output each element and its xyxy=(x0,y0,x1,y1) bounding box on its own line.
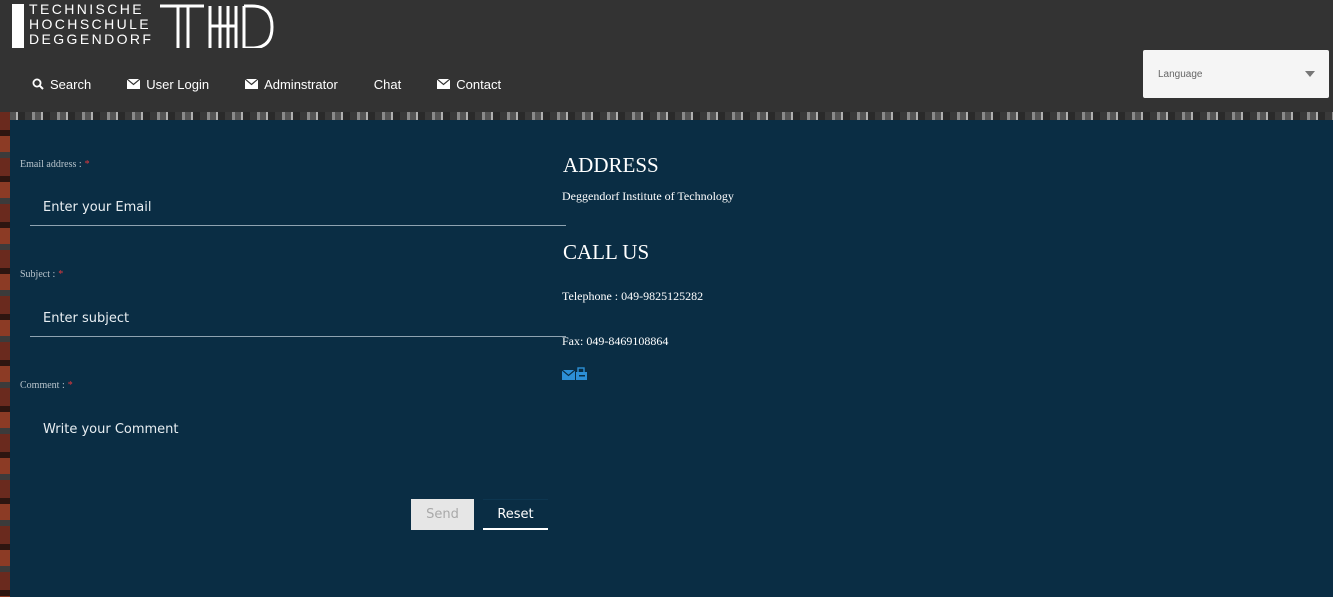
search-icon xyxy=(32,78,44,90)
comment-label: Comment : * xyxy=(20,380,73,391)
nav-adminstrator[interactable]: Adminstrator xyxy=(245,74,338,94)
nav-adminstrator-label: Adminstrator xyxy=(264,76,338,92)
nav-user-login[interactable]: User Login xyxy=(127,74,209,94)
main-nav: Search User Login Adminstrator Chat Cont xyxy=(32,74,537,94)
envelope-icon xyxy=(245,79,259,89)
subject-field[interactable] xyxy=(30,301,566,337)
nav-user-login-label: User Login xyxy=(146,76,210,92)
required-mark: * xyxy=(67,380,73,391)
library-banner-edge xyxy=(0,112,10,597)
comment-label-text: Comment : xyxy=(20,380,65,391)
logo-bar xyxy=(12,4,24,48)
library-banner-strip xyxy=(0,112,1333,120)
nav-search[interactable]: Search xyxy=(32,74,91,94)
nav-chat[interactable]: Chat xyxy=(374,74,401,94)
call-us-heading: CALL US xyxy=(563,240,650,264)
top-header: TECHNISCHE HOCHSCHULE DEGGENDORF Search … xyxy=(0,0,1333,112)
reset-button[interactable]: Reset xyxy=(483,499,548,530)
subject-label-text: Subject : xyxy=(20,269,56,280)
telephone-text: Telephone : 049-9825125282 xyxy=(562,289,704,303)
fax-mail-icon[interactable] xyxy=(562,367,588,381)
nav-search-label: Search xyxy=(50,76,92,92)
logo-text: TECHNISCHE HOCHSCHULE DEGGENDORF xyxy=(29,1,154,47)
email-field[interactable] xyxy=(30,190,566,226)
comment-field[interactable] xyxy=(30,411,566,447)
chevron-down-icon xyxy=(1305,71,1315,77)
nav-contact-label: Contact xyxy=(456,76,502,92)
language-label: Language xyxy=(1158,69,1203,80)
address-text: Deggendorf Institute of Technology xyxy=(562,189,734,203)
nav-chat-label: Chat xyxy=(373,76,402,92)
required-mark: * xyxy=(58,269,64,280)
required-mark: * xyxy=(84,159,90,170)
subject-label: Subject : * xyxy=(20,269,63,280)
thd-logo[interactable]: TECHNISCHE HOCHSCHULE DEGGENDORF xyxy=(12,1,274,48)
thd-monogram xyxy=(160,4,274,48)
send-button[interactable]: Send xyxy=(411,499,474,530)
address-heading: ADDRESS xyxy=(563,153,659,177)
language-select[interactable]: Language xyxy=(1143,50,1329,98)
email-label: Email address : * xyxy=(20,159,90,170)
envelope-icon xyxy=(437,79,451,89)
fax-text: Fax: 049-8469108864 xyxy=(562,334,669,348)
email-label-text: Email address : xyxy=(20,159,82,170)
nav-contact[interactable]: Contact xyxy=(437,74,501,94)
envelope-icon xyxy=(127,79,141,89)
